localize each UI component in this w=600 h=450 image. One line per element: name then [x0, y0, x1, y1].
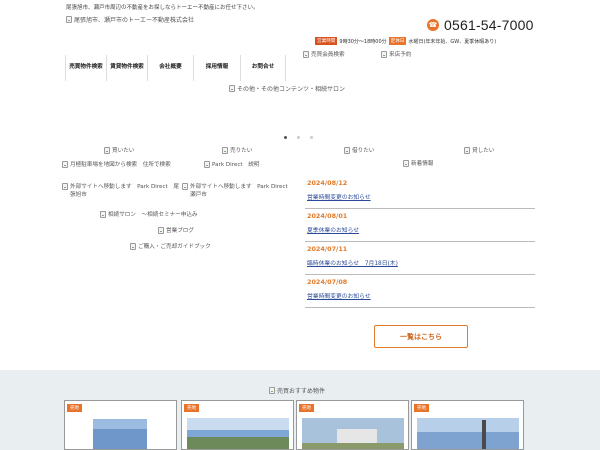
broken-image-icon: [62, 161, 68, 168]
park-direct-owariasahi-link[interactable]: 外部サイトへ移動します Park Direct 尾張旭市: [62, 183, 180, 199]
news-date: 2024/07/11: [307, 245, 348, 253]
broken-image-icon: [100, 211, 106, 218]
nav-item-label: 会社概要: [159, 64, 182, 71]
broken-image-icon: [381, 50, 387, 58]
news-title-link[interactable]: 営業時間変更のお知らせ: [307, 291, 533, 300]
external-link-label: 外部サイトへ移動します Park Direct 尾張旭市: [70, 184, 179, 199]
nav-item-label: お問合せ: [251, 64, 275, 71]
borrow-label: 借りたい: [352, 148, 375, 154]
news-title-link[interactable]: 臨時休業のお知らせ 7月18日(木): [307, 258, 533, 267]
property-type-badge: 売地: [299, 404, 315, 412]
nav-item-rent-search[interactable]: 賃貸物件検索: [106, 55, 147, 81]
nav-item-label: 賃貸物件検索: [110, 64, 144, 71]
list-item: 2024/08/01 夏季休業のお知らせ: [305, 209, 535, 242]
broken-image-icon: [104, 147, 110, 154]
broken-image-icon: [158, 227, 164, 234]
logo-alt-text: 尾張旭市、瀬戸市のトーエー不動産株式会社: [74, 17, 195, 24]
phone-icon: ☎: [427, 19, 439, 31]
broken-image-icon: [403, 160, 409, 167]
sell-label: 売りたい: [230, 148, 253, 154]
phone-number: 0561-54-7000: [444, 17, 534, 33]
broken-image-icon: [303, 50, 309, 58]
nav-item-contact[interactable]: お問合せ: [240, 55, 286, 81]
sales-blog-label: 営業ブログ: [166, 228, 194, 234]
broken-image-icon: [269, 387, 275, 394]
broken-image-icon: [62, 183, 68, 190]
hours-label: 営業時間: [315, 37, 338, 45]
property-type-badge: 売地: [184, 404, 200, 412]
buy-label: 買いたい: [112, 148, 135, 154]
broken-image-icon: [130, 243, 136, 250]
recommend-title: 売買おすすめ物件: [269, 386, 325, 395]
nav-item-company[interactable]: 会社概要: [147, 55, 193, 81]
hero-caption: その他・その他コンテンツ・相続サロン: [237, 86, 346, 93]
nav-item-label: 採用情報: [205, 64, 229, 71]
park-direct-seto-link[interactable]: 外部サイトへ移動します Park Direct 瀬戸市: [182, 183, 294, 199]
guidebook-link[interactable]: ご購入・ご売却ガイドブック: [130, 243, 211, 251]
list-item: 2024/07/11 臨時休業のお知らせ 7月18日(木): [305, 242, 535, 275]
broken-image-icon: [464, 147, 470, 154]
sell-link[interactable]: 売りたい: [222, 147, 252, 155]
guidebook-label: ご購入・ご売却ガイドブック: [138, 244, 211, 250]
nav-item-label: 売買物件検索: [69, 64, 103, 71]
parking-search-link[interactable]: 月極駐車場を地図から検索 住所で検索: [62, 161, 188, 169]
lend-link[interactable]: 貸したい: [464, 147, 494, 155]
broken-image-icon: [182, 183, 188, 190]
hours-value: 9時30分～18時00分: [339, 38, 387, 45]
member-search-link[interactable]: 売買会員検索: [303, 50, 345, 58]
news-list: 2024/08/12 営業時間変更のお知らせ 2024/08/01 夏季休業のお…: [305, 176, 535, 308]
news-header-label: 新着情報: [411, 161, 434, 167]
list-item: 2024/08/12 営業時間変更のお知らせ: [305, 176, 535, 209]
property-type-badge: 売地: [67, 404, 83, 412]
news-date: 2024/07/08: [307, 278, 348, 286]
buy-link[interactable]: 買いたい: [104, 147, 134, 155]
property-card[interactable]: 売地: [181, 400, 294, 450]
list-item: 2024/07/08 営業時間変更のお知らせ: [305, 275, 535, 308]
property-card[interactable]: 売地: [296, 400, 409, 450]
sales-blog-link[interactable]: 営業ブログ: [158, 227, 194, 235]
broken-image-icon: [222, 147, 228, 154]
site-logo[interactable]: 尾張旭市、瀬戸市のトーエー不動産株式会社: [66, 15, 194, 24]
property-card[interactable]: 売地: [64, 400, 177, 450]
inheritance-salon-label: 相続サロン ～相続セミナー申込み: [108, 212, 198, 218]
external-link-label: 外部サイトへ移動します Park Direct 瀬戸市: [190, 184, 294, 199]
parking-search-label: 月極駐車場を地図から検索 住所で検索: [70, 162, 171, 168]
nav-item-recruit[interactable]: 採用情報: [193, 55, 240, 81]
broken-image-icon: [229, 85, 235, 92]
broken-image-icon: [204, 161, 210, 168]
inheritance-salon-link[interactable]: 相続サロン ～相続セミナー申込み: [100, 211, 198, 219]
visit-reservation-label: 来店予約: [389, 52, 412, 58]
news-title-link[interactable]: 夏季休業のお知らせ: [307, 225, 533, 234]
business-hours: 営業時間 9時30分～18時00分 定休日 水曜日(年末年始、GW、夏季休暇あり…: [315, 37, 496, 45]
slider-pagination: [284, 136, 313, 139]
member-search-label: 売買会員検索: [311, 52, 345, 58]
holiday-label: 定休日: [388, 37, 407, 45]
borrow-link[interactable]: 借りたい: [344, 147, 374, 155]
main-nav: 売買物件検索 賃貸物件検索 会社概要 採用情報 お問合せ: [65, 55, 286, 81]
news-header: 新着情報: [403, 160, 433, 168]
news-date: 2024/08/12: [307, 179, 348, 187]
visit-reservation-link[interactable]: 来店予約: [381, 50, 411, 58]
recommend-title-label: 売買おすすめ物件: [277, 388, 326, 395]
slider-dot[interactable]: [284, 136, 287, 139]
park-direct-info-label: Park Direct 説明: [212, 162, 260, 168]
broken-image-icon: [344, 147, 350, 154]
news-title-link[interactable]: 営業時間変更のお知らせ: [307, 192, 533, 201]
property-card[interactable]: 売地: [411, 400, 524, 450]
lend-label: 貸したい: [472, 148, 495, 154]
broken-image-icon: [66, 16, 72, 23]
news-date: 2024/08/01: [307, 212, 348, 220]
nav-item-buy-search[interactable]: 売買物件検索: [65, 55, 106, 81]
news-more-button[interactable]: 一覧はこちら: [374, 325, 468, 348]
park-direct-info-link[interactable]: Park Direct 説明: [204, 161, 259, 169]
holiday-value: 水曜日(年末年始、GW、夏季休暇あり): [408, 38, 497, 45]
hero-slide[interactable]: その他・その他コンテンツ・相続サロン: [229, 84, 345, 93]
property-type-badge: 売地: [414, 404, 430, 412]
slider-dot[interactable]: [310, 136, 313, 139]
slider-dot[interactable]: [297, 136, 300, 139]
phone-contact[interactable]: ☎ 0561-54-7000: [427, 17, 534, 33]
site-tagline: 尾張旭市、瀬戸市周辺の不動産をお探しならトーエー不動産にお任せ下さい。: [66, 5, 259, 11]
